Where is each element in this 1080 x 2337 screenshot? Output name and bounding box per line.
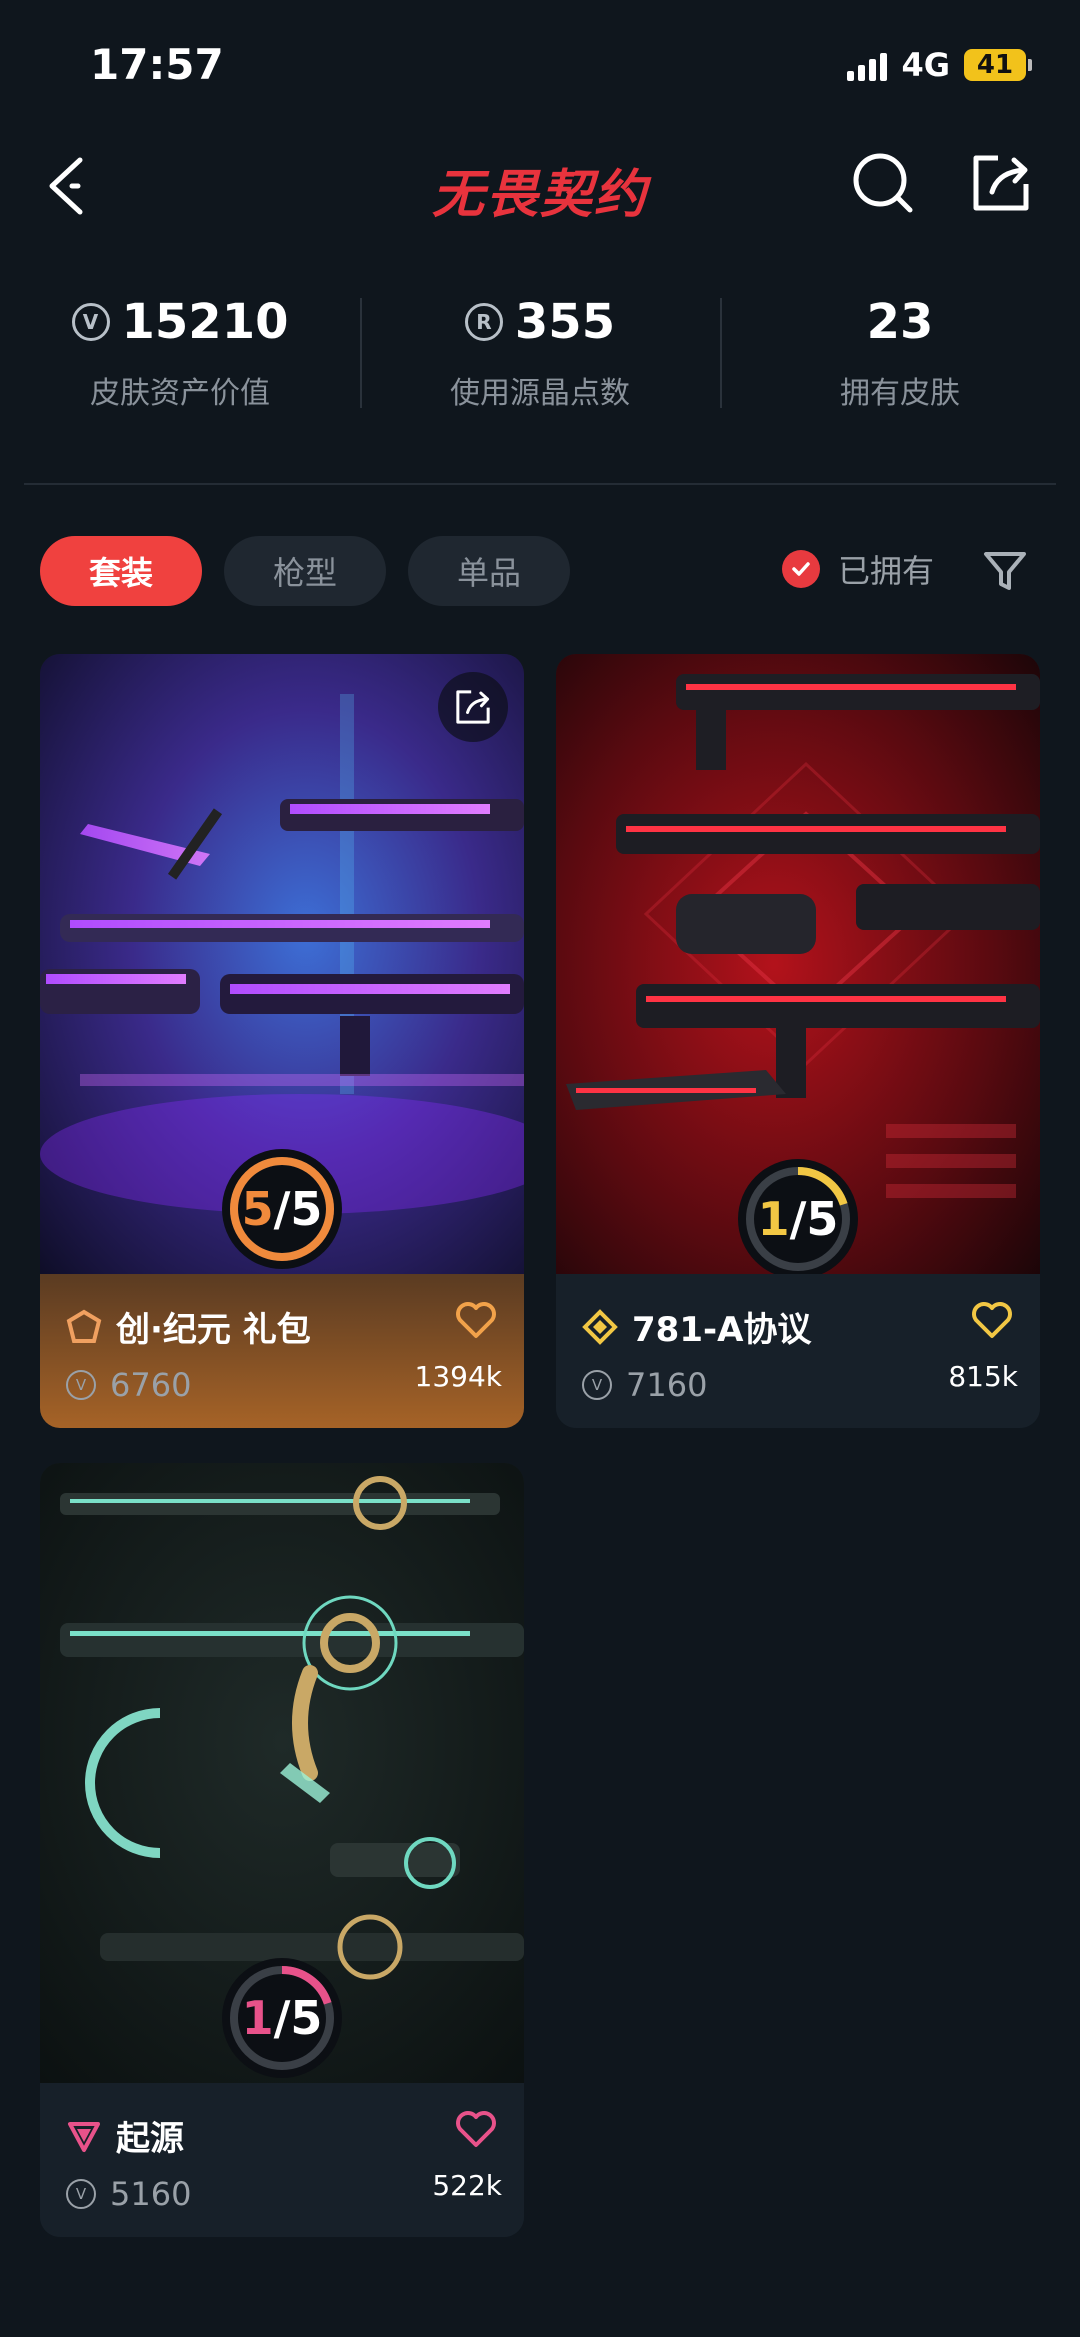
radianite-icon: R [464,303,503,341]
ownership-progress: 1/5 [217,1953,347,2083]
heart-icon[interactable] [970,1300,1014,1340]
status-indicators: 4G 41 [847,46,1032,84]
stat-value: 15210 [121,294,289,350]
network-type: 4G [901,46,950,84]
tab-single-items[interactable]: 单品 [408,536,570,606]
bundle-name: 起源 [116,2119,184,2159]
card-info: 创·纪元 礼包 V 6760 1394k [40,1274,524,1428]
card-info: 起源 V 5160 522k [40,2083,524,2237]
bundle-name: 781-A协议 [632,1310,812,1350]
checkmark-icon [782,550,820,588]
signal-icon [847,49,888,81]
stat-owned-skins: 23 拥有皮肤 [720,290,1080,420]
stat-value: 23 [866,294,934,350]
exclusive-tier-icon [66,1309,102,1343]
owned-label: 已拥有 [838,552,935,590]
ownership-progress: 1/5 [733,1154,863,1284]
premium-tier-icon [68,2121,100,2152]
page-title: 无畏契约 [431,165,648,225]
stat-skin-value: V 15210 皮肤资产价值 [0,290,360,420]
stat-value: 355 [514,294,616,350]
stats-bar: V 15210 皮肤资产价值 R 355 使用源晶点数 23 拥有皮肤 [0,290,1080,420]
vp-coin-icon: V [71,303,110,341]
stat-radianite: R 355 使用源晶点数 [360,290,720,420]
battery-level: 41 [964,49,1026,81]
bundle-card[interactable]: 1/5 781-A协议 V 7160 815k [556,654,1040,1428]
bundle-card[interactable]: 5/5 创·纪元 礼包 V 6760 1394k [40,654,524,1428]
bundle-name: 创·纪元 礼包 [116,1310,311,1350]
ownership-progress: 5/5 [217,1144,347,1274]
bundle-price: 5160 [110,2175,192,2213]
vp-coin-icon: V [66,2179,96,2209]
card-info: 781-A协议 V 7160 815k [556,1274,1040,1428]
battery-icon: 41 [964,49,1032,81]
tab-bundles[interactable]: 套装 [40,536,202,606]
stat-label: 拥有皮肤 [840,376,960,411]
total-count: 5 [290,1991,323,2045]
ultra-tier-icon [582,1308,618,1345]
divider [24,483,1056,485]
share-icon[interactable] [968,150,1034,216]
vp-coin-icon: V [582,1370,612,1400]
status-time: 17:57 [90,40,224,89]
owned-count: 1 [241,1991,274,2045]
vp-coin-icon: V [66,1370,96,1400]
owned-toggle[interactable]: 已拥有 [782,546,934,592]
stat-label: 皮肤资产价值 [90,376,270,411]
owned-count: 1 [757,1192,790,1246]
bundle-price: 7160 [626,1366,708,1404]
total-count: 5 [290,1182,323,1236]
category-tabs: 套装 枪型 单品 [40,536,570,606]
share-icon [456,690,490,724]
heart-icon[interactable] [454,1300,498,1340]
filter-icon[interactable] [980,546,1030,596]
like-count: 1394k [414,1360,502,1393]
search-icon[interactable] [850,150,916,216]
card-share-button[interactable] [438,672,508,742]
total-count: 5 [806,1192,839,1246]
bundle-card[interactable]: 1/5 起源 V 5160 522k [40,1463,524,2237]
bundle-price: 6760 [110,1366,192,1404]
stat-label: 使用源晶点数 [450,376,630,411]
tab-weapon-types[interactable]: 枪型 [224,536,386,606]
owned-count: 5 [241,1182,274,1236]
heart-icon[interactable] [454,2109,498,2149]
like-count: 815k [948,1360,1018,1393]
like-count: 522k [432,2169,502,2202]
